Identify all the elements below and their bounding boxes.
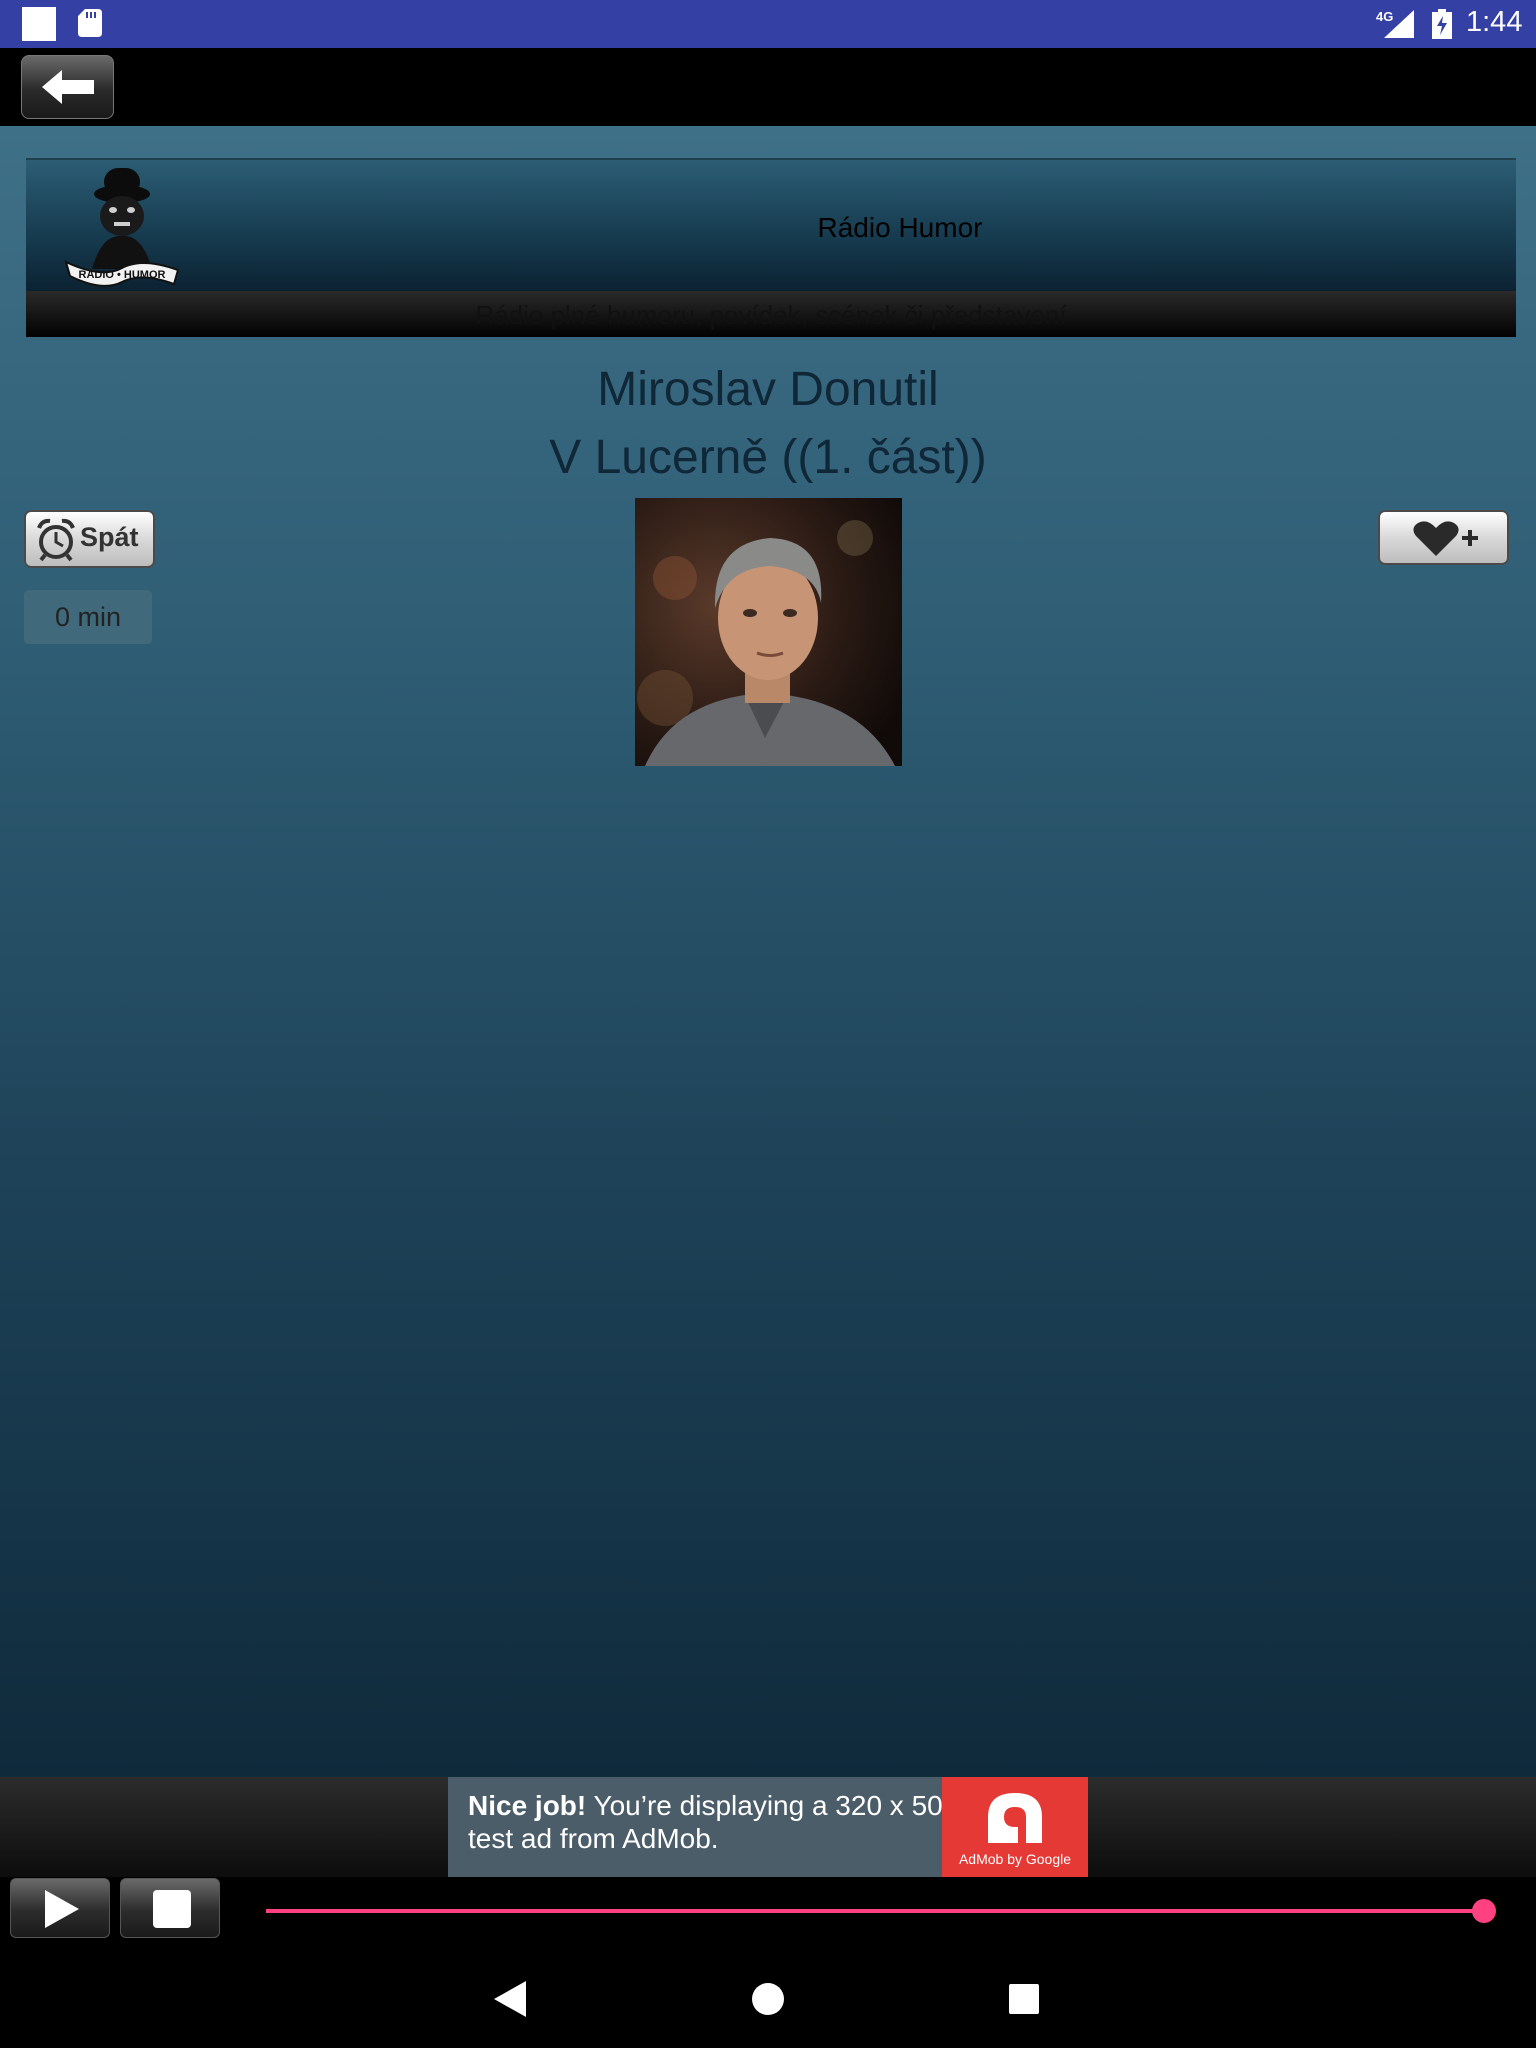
status-bar: 4G 1:44 (0, 0, 1536, 48)
nav-recents-icon[interactable] (1009, 1984, 1039, 2014)
main-content: RADIO • HUMOR Rádio Humor Rádio plné hum… (0, 126, 1536, 1777)
stop-button[interactable] (120, 1878, 220, 1938)
admob-test-ad[interactable]: Nice job! You’re displaying a 320 x 50 t… (448, 1777, 1088, 1877)
seek-thumb[interactable] (1472, 1899, 1496, 1923)
top-toolbar (0, 48, 1536, 126)
station-subtitle: Rádio plné humoru, povídek, scének či př… (475, 300, 1067, 330)
alarm-clock-icon (37, 518, 75, 562)
logo-banner-text: RADIO • HUMOR (79, 269, 166, 281)
ad-brand-label: AdMob by Google (958, 1851, 1072, 1867)
station-title: Rádio Humor (817, 212, 983, 243)
stop-icon (153, 1890, 191, 1928)
artist-name: Miroslav Donutil (597, 363, 939, 416)
system-nav-bar (0, 1947, 1536, 2048)
nav-home-icon[interactable] (752, 1983, 784, 2015)
battery-icon (1432, 9, 1452, 39)
ad-headline: Nice job! (468, 1790, 587, 1821)
track-title: V Lucerně ((1. část)) (549, 431, 987, 484)
seek-bar[interactable] (266, 1909, 1484, 1913)
ad-banner-bar: Nice job! You’re displaying a 320 x 50 t… (0, 1777, 1536, 1877)
add-favorite-button[interactable] (1378, 510, 1509, 565)
back-button[interactable] (21, 55, 114, 119)
notification-square-icon (22, 7, 56, 41)
nav-back-icon[interactable] (494, 1981, 526, 2017)
play-button[interactable] (10, 1878, 110, 1938)
play-icon (45, 1890, 79, 1928)
radio-humor-logo: RADIO • HUMOR (64, 168, 180, 287)
sleep-timer-button[interactable]: Spát (24, 510, 155, 568)
sleep-timer-value[interactable]: 0 min (24, 590, 152, 644)
ad-text: Nice job! You’re displaying a 320 x 50 t… (468, 1789, 948, 1855)
arrow-left-icon (42, 70, 94, 104)
signal-icon (1384, 10, 1414, 38)
player-controls (0, 1877, 1536, 1947)
admob-icon (988, 1793, 1042, 1843)
artist-photo (635, 498, 902, 766)
admob-logo: AdMob by Google (942, 1777, 1088, 1877)
station-header: RADIO • HUMOR Rádio Humor Rádio plné hum… (26, 158, 1516, 337)
clock-time: 1:44 (1466, 6, 1523, 38)
sleep-button-label: Spát (80, 522, 139, 552)
sd-card-icon (78, 9, 102, 37)
heart-plus-icon (1413, 521, 1478, 556)
